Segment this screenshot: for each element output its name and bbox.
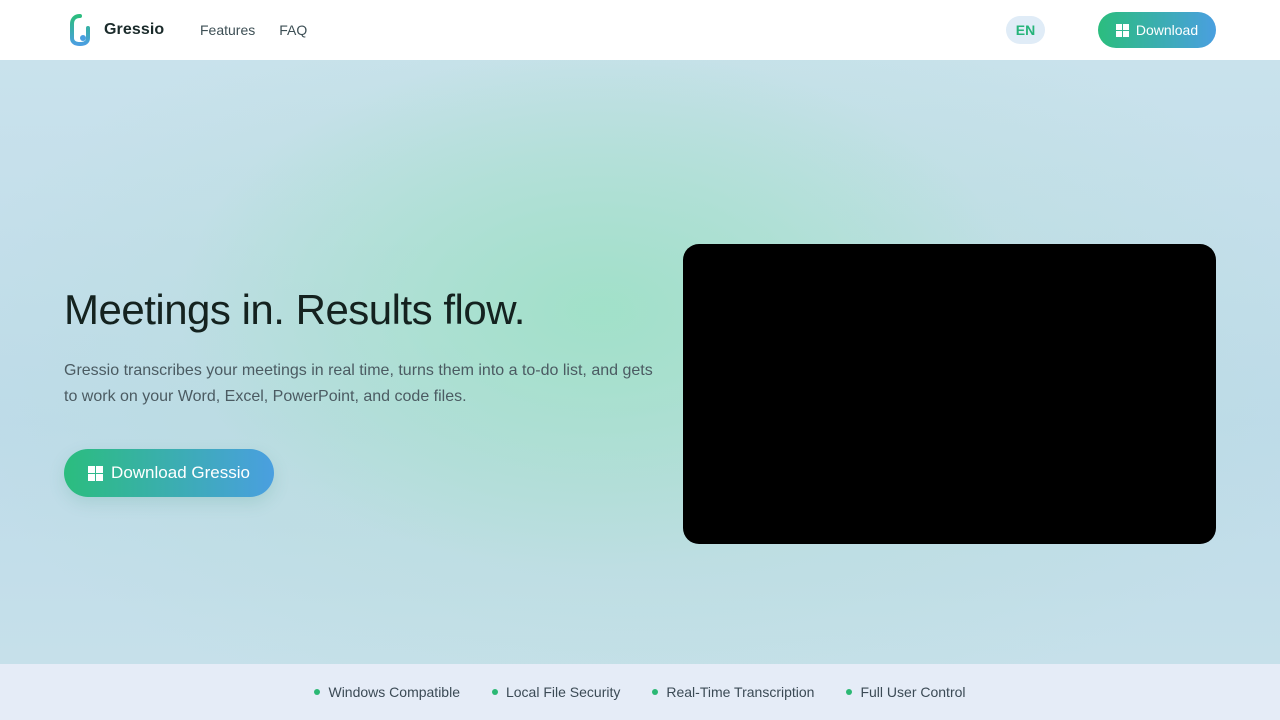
hero-title: Meetings in. Results flow. xyxy=(64,286,525,333)
feature-label: Real-Time Transcription xyxy=(666,684,815,700)
hero-section: Meetings in. Results flow. Gressio trans… xyxy=(0,60,1280,664)
feature-label: Windows Compatible xyxy=(328,684,460,700)
bullet-dot-icon xyxy=(314,689,321,695)
brand-logo-icon xyxy=(70,14,90,46)
hero-download-label: Download Gressio xyxy=(111,463,250,482)
language-switcher[interactable]: EN xyxy=(1006,16,1045,44)
site-header: Gressio Features FAQ EN Download xyxy=(0,0,1280,60)
brand-name: Gressio xyxy=(104,21,165,38)
feature-item: Windows Compatible xyxy=(314,684,460,700)
main-nav: Features FAQ xyxy=(200,0,307,60)
feature-item: Local File Security xyxy=(491,684,621,700)
header-download-button[interactable]: Download xyxy=(1098,12,1216,48)
nav-link-faq[interactable]: FAQ xyxy=(279,22,307,38)
brand-logo-link[interactable]: Gressio xyxy=(70,14,164,46)
header-download-label: Download xyxy=(1135,22,1199,38)
nav-link-features[interactable]: Features xyxy=(200,22,255,38)
hero-description: Gressio transcribes your meetings in rea… xyxy=(64,362,653,405)
feature-item: Full User Control xyxy=(846,684,966,700)
feature-item: Real-Time Transcription xyxy=(652,684,814,700)
feature-label: Local File Security xyxy=(505,684,621,700)
hero-download-button[interactable]: Download Gressio xyxy=(64,449,274,497)
bullet-dot-icon xyxy=(652,689,659,695)
feature-label: Full User Control xyxy=(860,684,966,700)
bullet-dot-icon xyxy=(491,689,498,695)
feature-strip: Windows Compatible Local File Security R… xyxy=(0,664,1280,720)
windows-icon xyxy=(88,465,104,481)
bullet-dot-icon xyxy=(846,689,853,695)
windows-icon xyxy=(1115,23,1129,37)
demo-video-player[interactable] xyxy=(683,244,1216,544)
